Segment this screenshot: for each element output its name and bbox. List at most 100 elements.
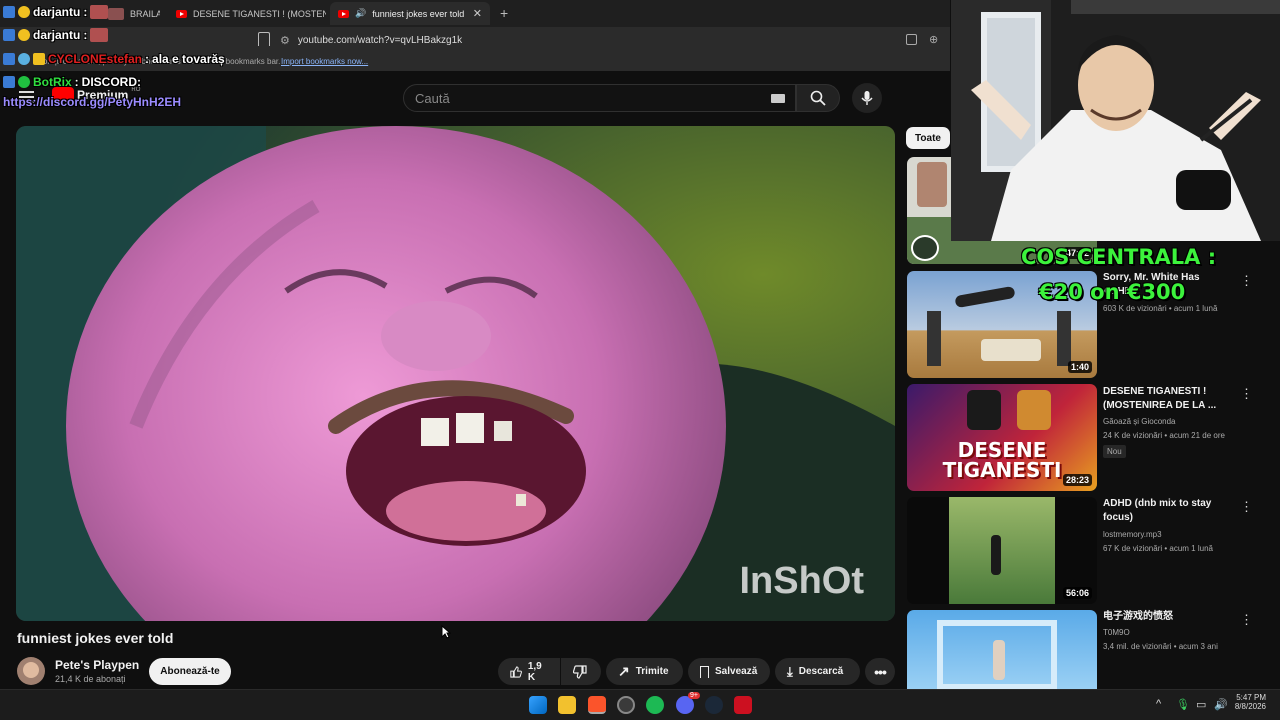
recommendation-thumbnail[interactable]: 56:06 [907, 497, 1097, 604]
volume-icon[interactable]: 🔊 [1214, 698, 1228, 711]
windows-taskbar: 9+ ^ 🎙 ▭ 🔊 5:47 PM 8/8/2026 [0, 689, 1280, 720]
recommendation-meta: 67 K de vizionări • acum 1 lună [1103, 544, 1213, 553]
tab-title: funniest jokes ever told - You [372, 8, 467, 19]
mouse-cursor-icon [441, 625, 451, 639]
search-placeholder: Caută [415, 90, 450, 106]
share-button[interactable]: ↗ Trimite [606, 658, 683, 685]
url-field[interactable]: ⚙ youtube.com/watch?v=qvLHBakzg1k [280, 31, 900, 50]
promo-line-2: €20 on €300 [1039, 280, 1186, 304]
youtube-favicon-icon [338, 9, 349, 18]
chat-text: DISCORD: [81, 75, 142, 89]
menu-icon[interactable] [19, 91, 34, 93]
site-info-icon[interactable]: ⚙ [280, 34, 290, 47]
chat-text: ala e tovarăș [152, 52, 225, 66]
video-title: funniest jokes ever told [17, 630, 174, 646]
video-player[interactable]: InShOt [16, 126, 895, 621]
more-options-icon[interactable]: ⋮ [1240, 500, 1253, 514]
thumbnail-figure [993, 640, 1005, 680]
save-label: Salvează [715, 666, 758, 677]
like-count: 1,9 K [527, 660, 542, 683]
recommendation-channel[interactable]: lostmemory.mp3 [1103, 529, 1253, 541]
channel-avatar[interactable] [17, 657, 45, 685]
filter-chip-all[interactable]: Toate [906, 127, 950, 149]
recommendation-channel[interactable]: Găoază și Gioconda [1103, 416, 1253, 428]
browser-tab[interactable]: BRAILA [100, 2, 160, 25]
start-menu-icon[interactable] [529, 696, 547, 714]
clock-date: 8/8/2026 [1234, 702, 1266, 711]
share-icon: ↗ [618, 663, 630, 679]
tray-overflow-icon[interactable]: ^ [1156, 698, 1161, 710]
steam-icon[interactable] [705, 696, 723, 714]
thumbnail-text: DESENE TIGANESTI [942, 438, 1062, 482]
recommendation-title[interactable]: ADHD (dnb mix to stay focus) [1103, 497, 1228, 525]
keyboard-icon[interactable] [771, 94, 785, 103]
avatar-face [23, 662, 39, 678]
bookmark-icon[interactable] [258, 32, 270, 46]
spotify-icon[interactable] [646, 696, 664, 714]
like-button[interactable]: 1,9 K [498, 658, 560, 685]
chat-separator: : [83, 5, 88, 19]
more-options-icon[interactable]: ⋮ [1240, 274, 1253, 288]
zoom-icon[interactable]: ⊕ [929, 33, 938, 46]
discord-notification-badge: 9+ [688, 692, 700, 699]
video-frame-image: InShOt [16, 126, 895, 621]
chat-message: BotRix : DISCORD: [3, 74, 141, 90]
recommendation-title[interactable]: DESENE TIGANESTI ! (MOSTENIREA DE LA ... [1103, 385, 1228, 413]
download-button[interactable]: ⤓ Descarcă [775, 658, 860, 685]
microphone-tray-icon[interactable]: 🎙 [1176, 698, 1190, 711]
search-input[interactable]: Caută [403, 84, 796, 112]
search-button[interactable] [796, 84, 840, 112]
emote-icon [90, 5, 109, 19]
close-tab-icon[interactable]: ✕ [473, 7, 482, 20]
voice-search-button[interactable] [852, 83, 882, 113]
new-tab-button[interactable]: + [500, 5, 508, 21]
new-badge: Nou [1103, 445, 1126, 458]
import-bookmarks-link[interactable]: Import bookmarks now... [281, 57, 368, 66]
chat-separator: : [74, 75, 79, 89]
brave-browser-icon[interactable] [588, 696, 606, 714]
clock[interactable]: 5:47 PM 8/8/2026 [1234, 693, 1266, 711]
chat-link[interactable]: https://discord.gg/PetyHnH2EH [3, 94, 181, 110]
chat-message: darjantu : [3, 4, 109, 20]
thumbnail-rv [981, 339, 1041, 361]
video-duration: 28:23 [1062, 474, 1092, 486]
subscriber-count: 21,4 K de abonați [55, 674, 126, 684]
channel-overlay-icon [911, 235, 939, 261]
more-icon: ••• [874, 663, 887, 680]
chat-message: darjantu : [3, 27, 109, 43]
platform-badge-icon [3, 6, 15, 18]
more-options-icon[interactable]: ⋮ [1240, 613, 1253, 627]
chat-username: darjantu [33, 5, 81, 19]
browser-tab-active[interactable]: 🔊 funniest jokes ever told - You ✕ [330, 2, 490, 25]
chat-username: CYCLONEstefan [48, 52, 143, 66]
more-options-icon[interactable]: ⋮ [1240, 387, 1253, 401]
url-text: youtube.com/watch?v=qvLHBakzg1k [297, 35, 463, 46]
recommendation-thumbnail[interactable] [907, 610, 1097, 689]
video-duration: 1:40 [1067, 361, 1092, 373]
translate-icon[interactable] [906, 34, 917, 45]
save-button[interactable]: Salvează [688, 658, 770, 685]
thumbnail-jumper [954, 285, 1016, 309]
youtube-app-icon[interactable] [734, 696, 752, 714]
webcam-feed-image [951, 0, 1280, 241]
more-actions-button[interactable]: ••• [865, 658, 895, 685]
recommendation-meta: 24 K de vizionări • acum 21 de ore [1103, 431, 1225, 440]
recommendation-title[interactable]: 电子游戏的愤怒 [1103, 610, 1228, 624]
recommendation-thumbnail[interactable]: DESENE TIGANESTI 28:23 [907, 384, 1097, 491]
channel-name[interactable]: Pete's Playpen [55, 658, 139, 672]
subscribe-button[interactable]: Abonează-te [149, 658, 231, 685]
thumbs-down-icon [573, 664, 587, 679]
recommendation-channel[interactable]: T0M9O [1103, 627, 1253, 639]
video-watermark: InShOt [739, 560, 864, 602]
dislike-button[interactable] [561, 658, 601, 685]
thumbnail-figure [927, 311, 941, 366]
network-icon[interactable]: ▭ [1196, 698, 1206, 711]
thumbnail-forest [949, 497, 1055, 604]
bot-badge-icon [18, 76, 30, 88]
file-explorer-icon[interactable] [558, 696, 576, 714]
browser-tab[interactable]: DESENE TIGANESTI ! (MOSTENIREA D [168, 2, 326, 25]
obs-icon[interactable] [617, 696, 635, 714]
discord-icon[interactable]: 9+ [676, 692, 700, 714]
discord-link-text[interactable]: https://discord.gg/PetyHnH2EH [3, 95, 181, 109]
thumbnail-figure [1057, 311, 1071, 366]
